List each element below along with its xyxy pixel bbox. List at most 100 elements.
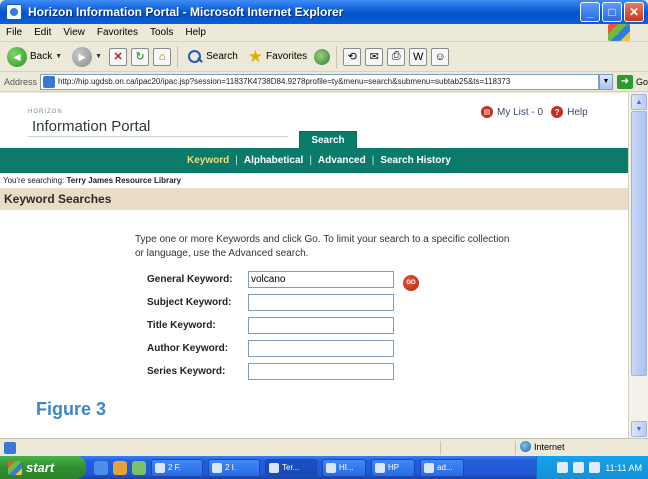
menu-edit[interactable]: Edit — [34, 27, 51, 38]
menu-file[interactable]: File — [6, 27, 22, 38]
title-keyword-label: Title Keyword: — [147, 320, 216, 331]
title-keyword-input[interactable] — [248, 317, 394, 334]
title-keyword-row: Title Keyword: — [147, 317, 394, 334]
address-dropdown-button[interactable]: ▼ — [599, 73, 613, 90]
taskbar-item[interactable]: HP — [371, 458, 415, 477]
nav-advanced[interactable]: Advanced — [318, 155, 366, 166]
taskbar-item-label: HI... — [339, 463, 354, 472]
window-controls: _ □ ✕ — [580, 2, 644, 22]
taskbar-item[interactable]: ad... — [420, 458, 464, 477]
menu-view[interactable]: View — [63, 27, 85, 38]
title-bar: Horizon Information Portal - Microsoft I… — [0, 0, 648, 24]
taskbar-item[interactable]: 2 I. — [208, 458, 260, 477]
address-url: http://hip.ugdsb.on.ca/ipac20/ipac.jsp?s… — [58, 77, 511, 86]
tray-icon[interactable] — [589, 462, 601, 473]
toolbar-separator — [177, 45, 179, 68]
folder-icon[interactable] — [113, 460, 127, 475]
globe-icon — [520, 441, 531, 452]
author-keyword-row: Author Keyword: — [147, 340, 394, 357]
chevron-down-icon: ▼ — [95, 53, 103, 60]
ie-icon[interactable] — [94, 460, 108, 475]
header-divider — [28, 136, 288, 137]
back-button[interactable]: ◄ Back ▼ — [4, 45, 65, 69]
general-keyword-row: General Keyword: GO — [147, 271, 419, 291]
home-button[interactable]: ⌂ — [153, 47, 172, 66]
history-button[interactable]: ⟲ — [343, 47, 362, 66]
app-icon — [326, 462, 336, 473]
zone-label: Internet — [534, 441, 565, 452]
tab-search[interactable]: Search — [299, 131, 357, 148]
scroll-thumb[interactable] — [631, 111, 647, 376]
print-button[interactable]: ⎙ — [387, 47, 406, 66]
refresh-button[interactable]: ↻ — [131, 47, 150, 66]
start-button[interactable]: start — [0, 456, 86, 479]
portal-title: Information Portal — [32, 118, 151, 135]
security-zone: Internet — [520, 441, 565, 452]
media-button[interactable] — [314, 48, 331, 65]
scroll-down-button[interactable]: ▼ — [631, 421, 647, 437]
search-button[interactable]: Search — [184, 45, 241, 69]
series-keyword-input[interactable] — [248, 363, 394, 380]
series-keyword-row: Series Keyword: — [147, 363, 394, 380]
help-link[interactable]: Help — [567, 107, 588, 118]
messenger-button[interactable]: ☺ — [431, 47, 450, 66]
section-title: Keyword Searches — [4, 192, 112, 206]
back-arrow-icon: ◄ — [7, 46, 27, 67]
mylist-link[interactable]: My List - 0 — [497, 107, 543, 118]
search-nav: Keyword | Alphabetical | Advanced | Sear… — [0, 148, 628, 173]
searching-library: You're searching: Terry James Resource L… — [3, 176, 181, 185]
address-go-button[interactable]: ➜ Go — [616, 74, 648, 89]
edit-button[interactable]: W — [409, 47, 428, 66]
taskbar-item[interactable]: 2 F. — [151, 458, 203, 477]
subject-keyword-label: Subject Keyword: — [147, 297, 232, 308]
maximize-button[interactable]: □ — [602, 2, 622, 22]
toolbar: ◄ Back ▼ ► ▼ ✕ ↻ ⌂ Search ★ Favorites ⟲ … — [0, 42, 648, 72]
address-input[interactable]: http://hip.ugdsb.on.ca/ipac20/ipac.jsp?s… — [40, 73, 600, 90]
author-keyword-input[interactable] — [248, 340, 394, 357]
library-name: Terry James Resource Library — [66, 176, 182, 185]
mail-button[interactable]: ✉ — [365, 47, 384, 66]
help-icon: ? — [551, 106, 564, 118]
forward-arrow-icon: ► — [72, 46, 93, 67]
nav-keyword[interactable]: Keyword — [187, 155, 229, 166]
nav-search-history[interactable]: Search History — [380, 155, 451, 166]
taskbar-item-active[interactable]: Ter... — [265, 458, 317, 477]
go-button[interactable]: GO — [403, 275, 419, 291]
media-player-icon[interactable] — [132, 460, 146, 475]
menu-tools[interactable]: Tools — [150, 27, 173, 38]
star-icon: ★ — [247, 46, 264, 66]
menu-bar: File Edit View Favorites Tools Help — [0, 24, 648, 42]
searching-prefix: You're searching: — [3, 176, 65, 185]
page-icon — [43, 75, 56, 88]
vertical-scrollbar[interactable]: ▲ ▼ — [628, 93, 648, 438]
taskbar: start 2 F. 2 I. Ter... HI... HP ad... 11… — [0, 456, 648, 479]
minimize-button[interactable]: _ — [580, 2, 600, 22]
taskbar-item-label: 2 F. — [168, 463, 181, 472]
author-keyword-label: Author Keyword: — [147, 343, 229, 354]
stop-button[interactable]: ✕ — [109, 47, 128, 66]
go-arrow-icon: ➜ — [616, 74, 633, 89]
tray-icon[interactable] — [557, 462, 569, 473]
subject-keyword-input[interactable] — [248, 294, 394, 311]
app-icon — [212, 462, 222, 473]
general-keyword-input[interactable] — [248, 271, 394, 288]
close-button[interactable]: ✕ — [624, 2, 644, 22]
tray-icon[interactable] — [573, 462, 585, 473]
series-keyword-label: Series Keyword: — [147, 366, 226, 377]
nav-alphabetical[interactable]: Alphabetical — [244, 155, 303, 166]
forward-button[interactable]: ► ▼ — [69, 45, 105, 69]
nav-separator: | — [309, 155, 312, 166]
nav-separator: | — [235, 155, 238, 166]
taskbar-item-label: Ter... — [282, 463, 300, 472]
nav-separator: | — [371, 155, 375, 166]
page-status-icon — [4, 441, 16, 454]
menu-help[interactable]: Help — [185, 27, 206, 38]
back-label: Back — [30, 51, 53, 62]
figure-caption-text: Figure 3 — [36, 399, 107, 419]
menu-favorites[interactable]: Favorites — [97, 27, 138, 38]
status-bar: Internet — [0, 438, 648, 456]
ie-icon — [6, 4, 22, 20]
scroll-up-button[interactable]: ▲ — [631, 94, 647, 110]
favorites-button[interactable]: ★ Favorites — [245, 45, 310, 69]
taskbar-item[interactable]: HI... — [322, 458, 366, 477]
